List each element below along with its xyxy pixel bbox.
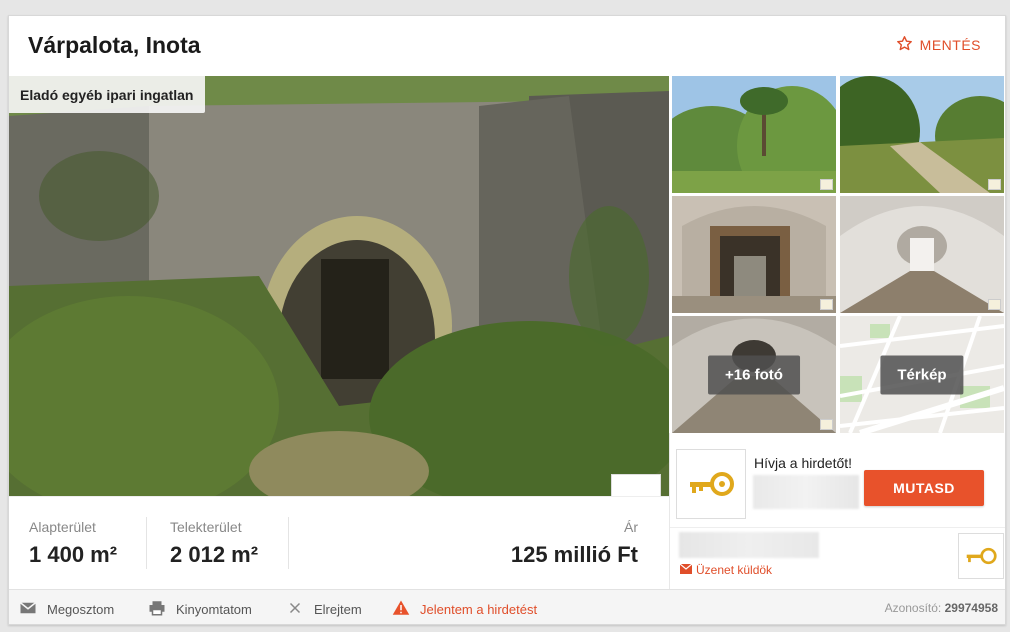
star-outline-icon	[896, 35, 913, 55]
listing-id-label: Azonosító:	[884, 601, 942, 615]
contact-panel: Hívja a hirdetőt! MUTASD Üzenet küldök	[669, 433, 1005, 589]
price: Ár 125 millió Ft	[511, 519, 638, 568]
show-phone-button[interactable]: MUTASD	[864, 470, 984, 506]
listing-id-value: 29974958	[944, 601, 998, 615]
plot-area: Telekterület 2 012 m²	[170, 519, 258, 568]
map-button[interactable]: Térkép	[840, 316, 1004, 433]
price-value: 125 millió Ft	[510, 542, 638, 567]
photo-badge	[820, 299, 833, 310]
print-label: Kinyomtatom	[176, 602, 252, 617]
hide-label: Elrejtem	[314, 602, 362, 617]
print-button[interactable]: Kinyomtatom	[148, 599, 252, 620]
watermark-logo	[611, 474, 661, 496]
report-label: Jelentem a hirdetést	[420, 602, 538, 617]
hidden-phone-number	[753, 475, 859, 509]
agency-logo[interactable]	[676, 449, 746, 519]
plot-area-value: 2 012 m²	[170, 542, 259, 567]
listing-card: Várpalota, Inota MENTÉS Eladó egyéb ipar…	[8, 15, 1006, 625]
share-button[interactable]: Megosztom	[19, 599, 114, 620]
map-label: Térkép	[880, 355, 964, 394]
thumbnail-photo[interactable]	[672, 76, 836, 193]
share-label: Megosztom	[47, 602, 115, 617]
close-icon	[286, 599, 304, 620]
page-title: Várpalota, Inota	[28, 32, 201, 58]
divider	[146, 517, 147, 569]
main-photo[interactable]: Eladó egyéb ipari ingatlan	[9, 76, 669, 496]
save-label: MENTÉS	[919, 37, 981, 53]
printer-icon	[148, 599, 166, 620]
report-button[interactable]: Jelentem a hirdetést	[392, 599, 537, 620]
property-stats: Alapterület 1 400 m² Telekterület 2 012 …	[9, 496, 669, 589]
hide-button[interactable]: Elrejtem	[286, 599, 362, 620]
forest-image	[672, 76, 836, 193]
photo-badge	[988, 299, 1001, 310]
more-photos-button[interactable]: +16 fotó	[672, 316, 836, 433]
category-tag: Eladó egyéb ipari ingatlan	[9, 76, 206, 113]
save-button[interactable]: MENTÉS	[896, 35, 981, 55]
thumbnail-photo[interactable]	[840, 76, 1004, 193]
floor-area: Alapterület 1 400 m²	[29, 519, 117, 568]
agency-logo-small[interactable]	[958, 533, 1004, 579]
call-advertiser-text: Hívja a hirdetőt!	[754, 455, 853, 471]
photo-badge	[820, 179, 833, 190]
hidden-advertiser-name	[679, 532, 819, 558]
more-photos-label: +16 fotó	[708, 355, 800, 394]
floor-area-label: Alapterület	[29, 519, 96, 535]
envelope-icon	[679, 563, 693, 577]
key-icon	[966, 547, 997, 565]
mail-icon	[19, 599, 37, 620]
price-label: Ár	[624, 519, 638, 535]
action-bar: Megosztom Kinyomtatom Elrejtem Jelentem …	[9, 589, 1005, 624]
tunnel-door-image	[672, 196, 836, 313]
photo-badge	[820, 419, 833, 430]
photo-badge	[988, 179, 1001, 190]
divider	[670, 527, 1005, 528]
send-message-link[interactable]: Üzenet küldök	[679, 563, 773, 577]
warning-icon	[392, 599, 410, 620]
plot-area-label: Telekterület	[170, 519, 242, 535]
photo-thumbnails: +16 fotó Térkép	[672, 76, 1005, 433]
send-message-label: Üzenet küldök	[696, 563, 773, 577]
divider	[288, 517, 289, 569]
thumbnail-photo[interactable]	[672, 196, 836, 313]
floor-area-value: 1 400 m²	[29, 542, 118, 567]
key-icon	[690, 472, 734, 496]
bunker-entrance-image	[9, 76, 669, 496]
path-image	[840, 76, 1004, 193]
listing-id: Azonosító: 29974958	[885, 601, 998, 615]
corridor-image	[840, 196, 1004, 313]
thumbnail-photo[interactable]	[840, 196, 1004, 313]
